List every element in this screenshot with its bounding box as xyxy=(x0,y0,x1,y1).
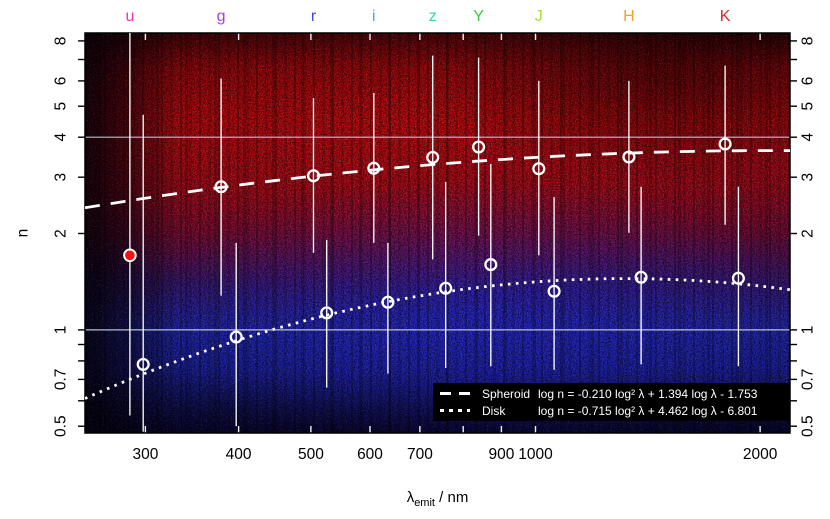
y-axis-title: n xyxy=(15,229,32,238)
y-tick-label-left-2: 2 xyxy=(53,229,70,238)
legend: Spheroid log n = -0.210 log² λ + 1.394 l… xyxy=(433,383,789,421)
legend-row-disk: Disk log n = -0.715 log² λ + 4.462 log λ… xyxy=(440,404,789,418)
y-tick-label-left-6: 6 xyxy=(53,77,70,86)
band-label-u: u xyxy=(125,8,134,25)
dotted-line-icon xyxy=(440,409,470,412)
band-label-r: r xyxy=(311,8,317,25)
x-axis-title: λemit / nm xyxy=(85,489,790,509)
legend-fit-formula: log n = -0.210 log² λ + 1.394 log λ - 1.… xyxy=(538,386,758,401)
band-label-g: g xyxy=(217,8,226,25)
x-tick-label-600: 600 xyxy=(357,446,383,463)
legend-series-name: Spheroid xyxy=(482,386,531,401)
sersic-index-vs-wavelength-chart: u g r i z Y J H K 300 400 500 600 700 900 1000 2000 0.5 0.… xyxy=(0,0,830,519)
legend-fit-formula: log n = -0.715 log² λ + 4.462 log λ - 6.… xyxy=(538,403,758,418)
x-tick-label-2000: 2000 xyxy=(743,446,778,463)
x-tick-label-400: 400 xyxy=(226,446,252,463)
y-tick-label-left-5: 5 xyxy=(53,102,70,111)
y-tick-label-right-0.5: 0.5 xyxy=(800,415,817,437)
band-label-H: H xyxy=(623,8,635,25)
x-tick-label-500: 500 xyxy=(298,446,324,463)
y-tick-label-left-0.7: 0.7 xyxy=(53,369,70,391)
band-label-i: i xyxy=(372,8,376,25)
y-tick-label-right-5: 5 xyxy=(800,102,817,111)
y-tick-label-right-0.7: 0.7 xyxy=(800,369,817,391)
band-label-J: J xyxy=(535,8,543,25)
legend-row-spheroid: Spheroid log n = -0.210 log² λ + 1.394 l… xyxy=(440,387,789,401)
y-tick-label-left-8: 8 xyxy=(53,37,70,46)
plot-area xyxy=(85,33,790,433)
x-tick-label-300: 300 xyxy=(132,446,158,463)
band-label-K: K xyxy=(720,8,731,25)
scatter-vertical-streaks xyxy=(85,33,790,433)
y-tick-label-left-4: 4 xyxy=(53,133,70,142)
legend-series-name: Disk xyxy=(482,403,506,418)
y-tick-label-right-4: 4 xyxy=(800,133,817,142)
y-tick-label-right-6: 6 xyxy=(800,77,817,86)
x-tick-label-700: 700 xyxy=(407,446,433,463)
y-tick-label-left-1: 1 xyxy=(53,326,70,335)
y-tick-label-right-2: 2 xyxy=(800,229,817,238)
y-tick-label-right-3: 3 xyxy=(800,173,817,182)
x-tick-label-900: 900 xyxy=(488,446,514,463)
y-tick-label-right-8: 8 xyxy=(800,37,817,46)
y-tick-label-right-1: 1 xyxy=(800,326,817,335)
band-label-Y: Y xyxy=(473,8,484,25)
y-tick-label-left-0.5: 0.5 xyxy=(53,415,70,437)
lambda-subscript: emit xyxy=(414,497,435,509)
y-tick-label-left-3: 3 xyxy=(53,173,70,182)
x-axis-unit: / nm xyxy=(434,489,469,506)
band-label-z: z xyxy=(429,8,437,25)
dashed-line-icon xyxy=(440,392,470,395)
x-tick-label-1000: 1000 xyxy=(518,446,553,463)
